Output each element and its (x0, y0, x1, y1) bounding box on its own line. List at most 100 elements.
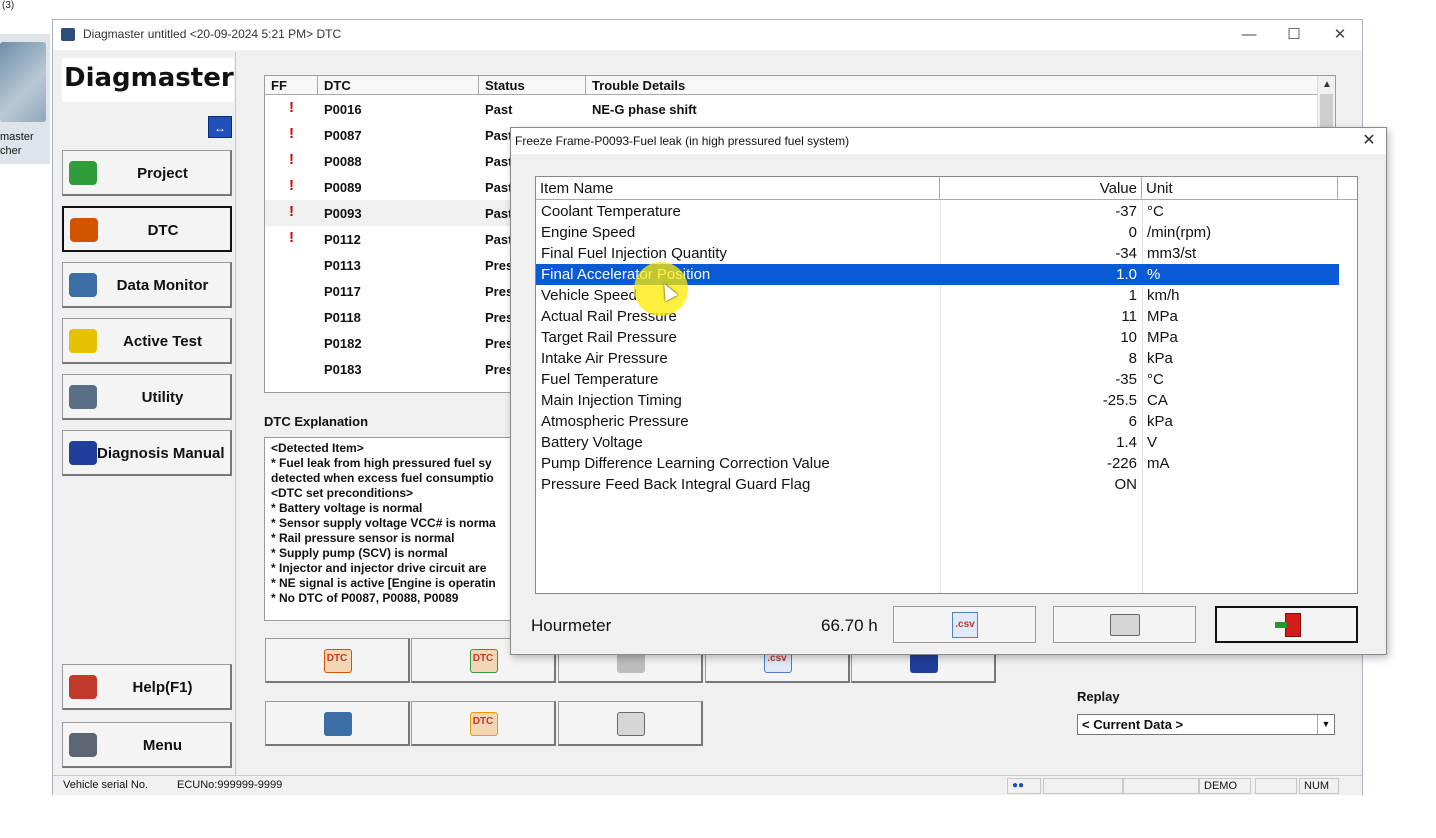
freeze-frame-row[interactable]: Intake Air Pressure 8 kPa (536, 348, 1339, 369)
replay-selected-value: < Current Data > (1082, 717, 1184, 732)
csv-icon: .csv (952, 612, 978, 638)
desktop-top-text: (3) (2, 0, 15, 11)
status-cell-empty (1255, 778, 1297, 794)
mode-indicator: DEMO (1199, 778, 1251, 794)
col-item-name[interactable]: Item Name (536, 177, 940, 200)
col-value[interactable]: Value (940, 177, 1142, 200)
freeze-frame-row[interactable]: Pump Difference Learning Correction Valu… (536, 453, 1339, 474)
nav-diagnosis-manual-label: Diagnosis Manual (97, 445, 225, 462)
print-button[interactable] (1053, 606, 1196, 643)
item-name: Atmospheric Pressure (541, 413, 689, 430)
num-lock-indicator: NUM (1299, 778, 1339, 794)
exit-button[interactable] (1215, 606, 1358, 643)
help-book-icon (69, 675, 97, 699)
freeze-frame-row[interactable]: Engine Speed 0/min(rpm) (536, 222, 1339, 243)
freeze-frame-indicator-icon[interactable]: ! (289, 177, 294, 194)
table-row[interactable]: ! P0016 Past NE-G phase shift (265, 96, 1318, 122)
hourmeter-label: Hourmeter (531, 616, 612, 635)
freeze-frame-indicator-icon[interactable]: ! (289, 229, 294, 246)
print-button[interactable] (558, 701, 703, 746)
desktop-shortcut[interactable]: master cher (0, 34, 50, 164)
item-name: Engine Speed (541, 224, 636, 241)
dtc-clear-button[interactable] (265, 701, 410, 746)
item-unit: MPa (1147, 329, 1178, 346)
title-bar: Diagmaster untitled <20-09-2024 5:21 PM>… (53, 20, 1362, 50)
item-value: 11 (1121, 308, 1137, 325)
nav-diagnosis-manual-button[interactable]: Diagnosis Manual (62, 430, 232, 476)
maximize-button[interactable]: ☐ (1271, 22, 1317, 48)
item-value: -35 (1115, 371, 1137, 388)
item-name: Pressure Feed Back Integral Guard Flag (541, 476, 811, 493)
dtc-code: P0113 (324, 258, 361, 273)
freeze-frame-indicator-icon[interactable]: ! (289, 99, 294, 116)
minimize-button[interactable]: — (1226, 22, 1272, 48)
sidebar: Diagmaster ↔ Project DTC Data Monitor Ac… (56, 52, 236, 777)
freeze-frame-row[interactable]: Battery Voltage 1.4 V (536, 432, 1339, 453)
dtc-code: P0093 (324, 206, 362, 221)
dtc-explanation-label: DTC Explanation (264, 414, 369, 429)
dtc-status: Past (485, 154, 513, 169)
freeze-frame-row[interactable]: Target Rail Pressure 10 MPa (536, 327, 1339, 348)
freeze-frame-row[interactable]: Main Injection Timing -25.5 CA (536, 390, 1339, 411)
item-unit: kPa (1147, 350, 1173, 367)
item-name: Main Injection Timing (541, 392, 682, 409)
nav-active-test-button[interactable]: Active Test (62, 318, 232, 364)
item-value: -25.5 (1102, 392, 1137, 409)
nav-project-label: Project (137, 165, 188, 182)
replay-label: Replay (1077, 689, 1120, 704)
freeze-frame-row[interactable]: Pressure Feed Back Integral Guard Flag ON (536, 474, 1339, 495)
freeze-frame-row[interactable]: Fuel Temperature -35 °C (536, 369, 1339, 390)
scroll-up-icon[interactable]: ▲ (1318, 76, 1335, 93)
freeze-frame-row[interactable]: Atmospheric Pressure 6 kPa (536, 411, 1339, 432)
dtc-read-button[interactable]: DTC (265, 638, 410, 683)
dtc-status: Past (485, 102, 513, 117)
dtc-status: Pres (485, 362, 514, 377)
item-unit: mA (1147, 455, 1170, 472)
dtc-status: Pres (485, 284, 514, 299)
nav-dtc-button[interactable]: DTC (62, 206, 232, 252)
item-unit: % (1147, 266, 1161, 283)
connection-indicator-icon: ●● (1007, 778, 1041, 794)
dtc-code: P0088 (324, 154, 362, 169)
app-icon (61, 28, 75, 41)
item-value: 1.0 (1116, 266, 1137, 283)
close-icon[interactable]: ✕ (1358, 130, 1380, 150)
col-unit[interactable]: Unit (1142, 177, 1338, 200)
dtc-clear-icon (324, 712, 352, 736)
csv-save-button[interactable]: .csv (893, 606, 1036, 643)
exit-door-icon (1275, 613, 1303, 639)
freeze-frame-indicator-icon[interactable]: ! (289, 203, 294, 220)
chevron-down-icon[interactable]: ▼ (1317, 715, 1334, 734)
dtc-table-header: FF DTC Status Trouble Details (265, 76, 1318, 95)
item-value: -34 (1115, 245, 1137, 262)
desktop-top-strip: (3) (0, 0, 1436, 20)
freeze-frame-indicator-icon[interactable]: ! (289, 125, 294, 142)
nav-project-button[interactable]: Project (62, 150, 232, 196)
freeze-frame-row[interactable]: Final Fuel Injection Quantity -34 mm3/st (536, 243, 1339, 264)
dtc-status: Past (485, 232, 513, 247)
col-dtc[interactable]: DTC (318, 76, 479, 95)
freeze-frame-indicator-icon[interactable]: ! (289, 151, 294, 168)
item-value: 6 (1128, 413, 1137, 430)
col-ff[interactable]: FF (265, 76, 318, 95)
nav-utility-button[interactable]: Utility (62, 374, 232, 420)
printer-icon (1110, 614, 1140, 636)
desktop-shortcut-icon (0, 42, 46, 122)
close-button[interactable]: ✕ (1317, 22, 1363, 48)
hourmeter-value: 66.70 h (821, 616, 878, 635)
ecu-number: ECUNo:999999-9999 (177, 779, 283, 791)
col-status[interactable]: Status (479, 76, 586, 95)
app-logo: Diagmaster (62, 58, 234, 102)
status-bar: Vehicle serial No. ECUNo:999999-9999 ●● … (53, 775, 1362, 795)
swap-icon[interactable]: ↔ (208, 116, 232, 138)
dtc-status: Pres (485, 336, 514, 351)
dtc-save-button[interactable]: DTC (411, 701, 556, 746)
nav-help-button[interactable]: Help(F1) (62, 664, 232, 710)
nav-menu-button[interactable]: Menu (62, 722, 232, 768)
nav-data-monitor-button[interactable]: Data Monitor (62, 262, 232, 308)
scrollbar-thumb[interactable] (1320, 94, 1333, 128)
replay-select[interactable]: < Current Data > ▼ (1077, 714, 1335, 735)
col-trouble-details[interactable]: Trouble Details (586, 76, 1318, 95)
freeze-frame-row[interactable]: Coolant Temperature -37 °C (536, 201, 1339, 222)
dtc-code: P0183 (324, 362, 362, 377)
